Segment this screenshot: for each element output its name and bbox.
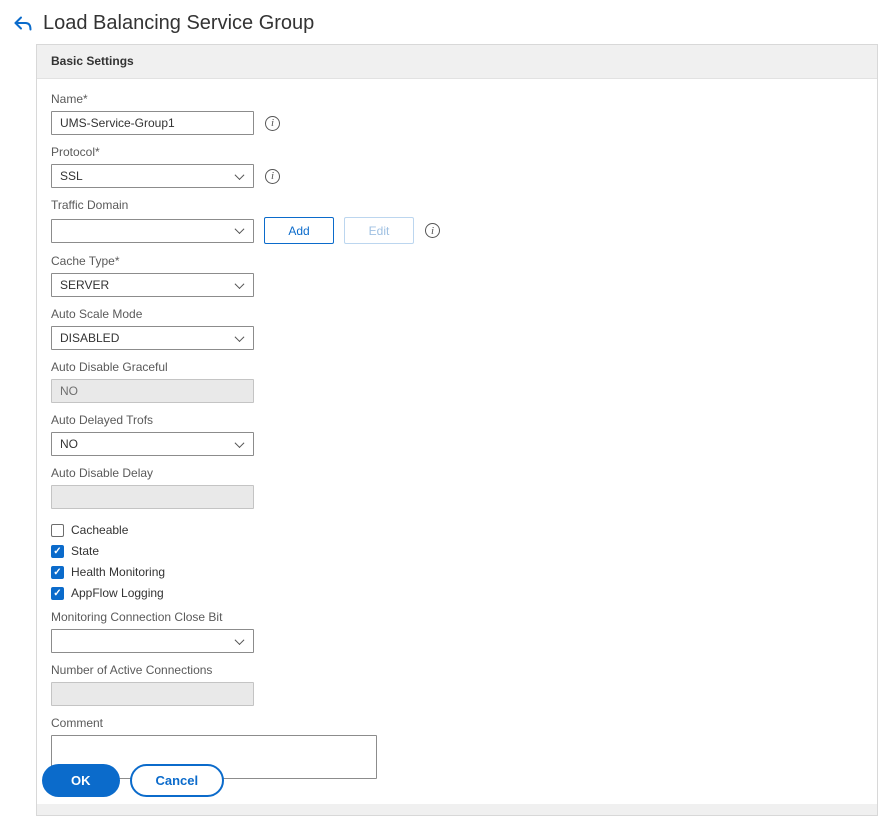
- protocol-info-icon[interactable]: i: [265, 168, 280, 184]
- page-header: Load Balancing Service Group: [0, 0, 878, 41]
- cacheable-checkbox-label: Cacheable: [71, 523, 129, 537]
- state-checkbox-label: State: [71, 544, 100, 558]
- cache-type-select-value: SERVER: [60, 278, 110, 292]
- auto-scale-mode-field-group: Auto Scale Mode DISABLED: [51, 307, 863, 350]
- cacheable-checkbox[interactable]: [51, 523, 64, 537]
- state-checkbox-row: State: [51, 544, 863, 558]
- basic-settings-panel: Basic Settings Name* i Protocol* SSL i T…: [36, 44, 878, 816]
- appflow-logging-checkbox[interactable]: [51, 586, 64, 600]
- number-of-active-connections-input: [51, 682, 254, 706]
- protocol-field-group: Protocol* SSL i: [51, 145, 863, 188]
- name-input[interactable]: [51, 111, 254, 135]
- traffic-domain-info-icon[interactable]: i: [425, 223, 440, 238]
- chevron-down-icon: [234, 224, 245, 235]
- protocol-select[interactable]: SSL: [51, 164, 254, 188]
- cache-type-field-group: Cache Type* SERVER: [51, 254, 863, 297]
- auto-scale-mode-label: Auto Scale Mode: [51, 307, 143, 321]
- ok-button[interactable]: OK: [42, 764, 120, 797]
- auto-disable-graceful-label: Auto Disable Graceful: [51, 360, 168, 374]
- chevron-down-icon: [234, 437, 245, 448]
- protocol-label: Protocol*: [51, 145, 100, 159]
- health-monitoring-checkbox[interactable]: [51, 565, 64, 579]
- add-button[interactable]: Add: [264, 217, 334, 244]
- auto-scale-mode-select-value: DISABLED: [60, 331, 120, 345]
- auto-scale-mode-select[interactable]: DISABLED: [51, 326, 254, 350]
- panel-bottom-strip: [37, 804, 877, 815]
- cache-type-label: Cache Type*: [51, 254, 120, 268]
- back-arrow-icon[interactable]: [12, 13, 34, 35]
- cancel-button[interactable]: Cancel: [129, 764, 225, 797]
- monitoring-connection-close-bit-select[interactable]: [51, 629, 254, 653]
- traffic-domain-label: Traffic Domain: [51, 198, 129, 212]
- auto-disable-graceful-input: [51, 379, 254, 403]
- auto-disable-delay-field-group: Auto Disable Delay: [51, 466, 863, 509]
- panel-body: Name* i Protocol* SSL i Traffic Domain: [37, 79, 877, 779]
- appflow-logging-checkbox-row: AppFlow Logging: [51, 586, 863, 600]
- chevron-down-icon: [234, 169, 245, 180]
- footer-actions: OK Cancel: [42, 764, 225, 797]
- checkbox-section: Cacheable State Health Monitoring AppFlo…: [51, 523, 863, 600]
- auto-disable-graceful-field-group: Auto Disable Graceful: [51, 360, 863, 403]
- comment-label: Comment: [51, 716, 104, 730]
- auto-disable-delay-label: Auto Disable Delay: [51, 466, 154, 480]
- auto-delayed-trofs-select[interactable]: NO: [51, 432, 254, 456]
- name-label: Name*: [51, 92, 88, 106]
- chevron-down-icon: [234, 634, 245, 645]
- monitoring-connection-close-bit-field-group: Monitoring Connection Close Bit: [51, 610, 863, 653]
- appflow-logging-checkbox-label: AppFlow Logging: [71, 586, 164, 600]
- auto-delayed-trofs-select-value: NO: [60, 437, 78, 451]
- protocol-select-value: SSL: [60, 169, 83, 183]
- state-checkbox[interactable]: [51, 544, 64, 558]
- health-monitoring-checkbox-label: Health Monitoring: [71, 565, 166, 579]
- number-of-active-connections-field-group: Number of Active Connections: [51, 663, 863, 706]
- auto-disable-delay-input: [51, 485, 254, 509]
- panel-header: Basic Settings: [37, 45, 877, 79]
- number-of-active-connections-label: Number of Active Connections: [51, 663, 213, 677]
- auto-delayed-trofs-field-group: Auto Delayed Trofs NO: [51, 413, 863, 456]
- traffic-domain-select[interactable]: [51, 218, 254, 243]
- name-info-icon[interactable]: i: [265, 115, 280, 131]
- chevron-down-icon: [234, 331, 245, 342]
- traffic-domain-field-group: Traffic Domain Add Edit i: [51, 198, 863, 244]
- page-title: Load Balancing Service Group: [43, 12, 315, 34]
- cacheable-checkbox-row: Cacheable: [51, 523, 863, 537]
- auto-delayed-trofs-label: Auto Delayed Trofs: [51, 413, 154, 427]
- health-monitoring-checkbox-row: Health Monitoring: [51, 565, 863, 579]
- edit-button[interactable]: Edit: [344, 217, 414, 244]
- monitoring-connection-close-bit-label: Monitoring Connection Close Bit: [51, 610, 223, 624]
- name-field-group: Name* i: [51, 92, 863, 135]
- cache-type-select[interactable]: SERVER: [51, 273, 254, 297]
- chevron-down-icon: [234, 278, 245, 289]
